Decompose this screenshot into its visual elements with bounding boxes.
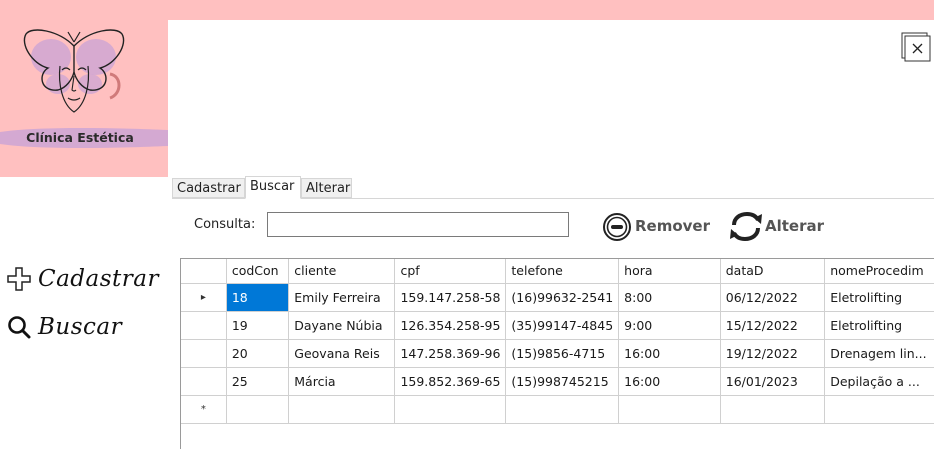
table-cell[interactable]: Emily Ferreira <box>288 283 396 312</box>
table-cell[interactable]: Drenagem lin... <box>824 339 934 368</box>
table-cell[interactable]: 15/12/2022 <box>720 311 826 340</box>
column-header[interactable]: telefone <box>505 259 620 284</box>
table-cell[interactable]: Dayane Núbia <box>288 311 396 340</box>
minus-circle-icon <box>603 213 631 241</box>
results-table: codCon cliente cpf telefone hora dataD n… <box>181 259 934 424</box>
column-header[interactable]: hora <box>618 259 721 284</box>
table-cell[interactable]: 9:00 <box>618 311 721 340</box>
table-header-row: codCon cliente cpf telefone hora dataD n… <box>181 259 934 284</box>
remove-button[interactable]: Remover <box>601 211 710 241</box>
alter-button[interactable]: Alterar <box>729 211 824 241</box>
remove-button-label: Remover <box>635 217 711 235</box>
search-label: Consulta: <box>194 217 256 232</box>
table-cell[interactable]: 126.354.258-95 <box>394 311 507 340</box>
tab-alterar[interactable]: Alterar <box>301 178 352 198</box>
table-cell[interactable]: 16/01/2023 <box>720 367 826 396</box>
table-cell[interactable]: (15)998745215 <box>505 367 620 396</box>
sidebar-item-cadastrar[interactable]: Cadastrar <box>6 266 159 292</box>
table-cell[interactable]: (15)9856-4715 <box>505 339 620 368</box>
table-cell[interactable]: 159.147.258-58 <box>394 283 507 312</box>
brand-name: Clínica Estética <box>26 130 134 145</box>
row-marker[interactable] <box>181 339 227 368</box>
alter-button-label: Alterar <box>765 217 825 235</box>
search-icon <box>8 316 31 339</box>
plus-icon <box>7 267 31 291</box>
table-cell[interactable] <box>505 395 620 424</box>
row-marker[interactable] <box>181 367 227 396</box>
table-cell[interactable]: Eletrolifting <box>824 283 934 312</box>
table-cell[interactable] <box>288 395 396 424</box>
search-input[interactable] <box>267 212 569 237</box>
sidebar-item-label: Cadastrar <box>38 266 159 292</box>
top-title-bar <box>0 0 934 20</box>
refresh-icon <box>730 211 762 241</box>
butterfly-face-logo-icon <box>23 29 125 113</box>
table-cell[interactable]: Depilação a ... <box>824 367 934 396</box>
row-marker[interactable]: ▸ <box>181 283 227 312</box>
table-cell[interactable] <box>720 395 826 424</box>
table-cell[interactable] <box>824 395 934 424</box>
table-cell[interactable]: 8:00 <box>618 283 721 312</box>
table-row[interactable]: ▸ 18 Emily Ferreira 159.147.258-58 (16)9… <box>181 283 934 312</box>
table-cell[interactable] <box>618 395 721 424</box>
table-cell[interactable]: 19 <box>226 311 290 340</box>
table-cell[interactable]: Eletrolifting <box>824 311 934 340</box>
results-grid[interactable]: codCon cliente cpf telefone hora dataD n… <box>180 258 934 449</box>
table-cell[interactable]: Márcia <box>288 367 396 396</box>
sidebar-item-buscar[interactable]: Buscar <box>6 314 122 340</box>
table-cell[interactable] <box>394 395 507 424</box>
close-icon[interactable] <box>901 32 931 62</box>
row-header-corner <box>181 259 227 284</box>
column-header[interactable]: dataD <box>720 259 826 284</box>
logo-panel: Clínica Estética <box>0 20 168 177</box>
table-cell[interactable]: 06/12/2022 <box>720 283 826 312</box>
tab-cadastrar[interactable]: Cadastrar <box>172 178 245 198</box>
table-cell[interactable]: 147.258.369-96 <box>394 339 507 368</box>
column-header[interactable]: codCon <box>226 259 290 284</box>
column-header[interactable]: nomeProcedim <box>824 259 934 284</box>
table-cell[interactable] <box>226 395 290 424</box>
new-row[interactable]: * <box>181 395 934 424</box>
column-header[interactable]: cliente <box>288 259 396 284</box>
table-cell[interactable]: (16)99632-2541 <box>505 283 620 312</box>
table-cell[interactable]: 19/12/2022 <box>720 339 826 368</box>
table-cell[interactable]: 16:00 <box>618 367 721 396</box>
table-cell[interactable]: 159.852.369-65 <box>394 367 507 396</box>
table-row[interactable]: 19 Dayane Núbia 126.354.258-95 (35)99147… <box>181 311 934 340</box>
table-cell[interactable]: 16:00 <box>618 339 721 368</box>
table-cell[interactable]: (35)99147-4845 <box>505 311 620 340</box>
table-row[interactable]: 20 Geovana Reis 147.258.369-96 (15)9856-… <box>181 339 934 368</box>
column-header[interactable]: cpf <box>394 259 507 284</box>
table-row[interactable]: 25 Márcia 159.852.369-65 (15)998745215 1… <box>181 367 934 396</box>
tab-buscar[interactable]: Buscar <box>245 176 301 199</box>
new-row-marker[interactable]: * <box>181 395 227 424</box>
row-marker[interactable] <box>181 311 227 340</box>
table-cell[interactable]: 25 <box>226 367 290 396</box>
table-cell[interactable]: 18 <box>226 283 290 312</box>
sidebar-item-label: Buscar <box>38 314 123 340</box>
table-cell[interactable]: 20 <box>226 339 290 368</box>
table-cell[interactable]: Geovana Reis <box>288 339 396 368</box>
